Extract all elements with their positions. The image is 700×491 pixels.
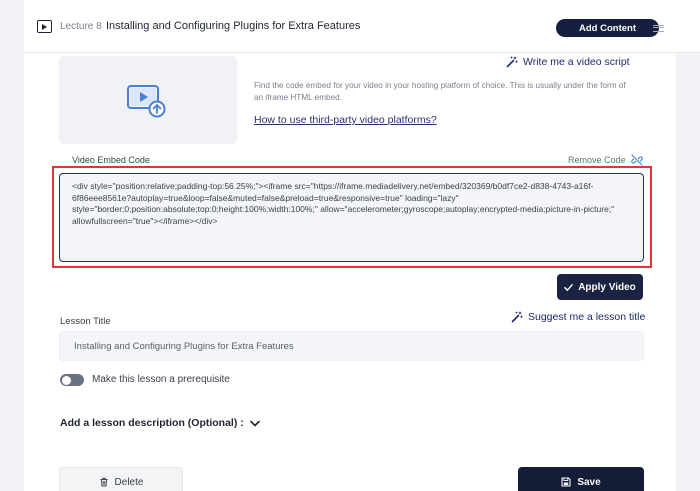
lesson-title-label: Lesson Title	[60, 316, 111, 327]
remove-code-button[interactable]: Remove Code	[568, 154, 643, 166]
apply-video-button[interactable]: Apply Video	[557, 274, 643, 300]
lecture-header: Lecture 8 Installing and Configuring Plu…	[24, 0, 700, 53]
magic-wand-icon	[511, 311, 523, 323]
save-disk-icon	[561, 477, 571, 487]
lesson-description-label: Add a lesson description (Optional) :	[60, 417, 244, 429]
lesson-description-toggle[interactable]: Add a lesson description (Optional) :	[60, 417, 260, 429]
video-lecture-icon	[37, 20, 52, 33]
delete-lesson-button[interactable]: Delete	[59, 467, 183, 491]
lesson-title-input[interactable]	[59, 331, 644, 361]
save-label: Save	[577, 476, 601, 488]
third-party-video-help-link[interactable]: How to use third-party video platforms?	[254, 114, 437, 126]
magic-wand-icon	[506, 56, 518, 68]
embed-help-text: Find the code embed for your video in yo…	[254, 81, 626, 102]
save-lesson-button[interactable]: Save	[518, 467, 644, 491]
video-thumbnail-placeholder[interactable]	[59, 56, 237, 144]
add-content-button[interactable]: Add Content	[556, 19, 659, 37]
apply-video-label: Apply Video	[578, 281, 636, 293]
checkmark-icon	[564, 283, 574, 291]
lecture-title[interactable]: Installing and Configuring Plugins for E…	[106, 20, 360, 32]
video-upload-icon	[127, 85, 166, 118]
lesson-editor-panel: Write me a video script Find the code em…	[24, 53, 676, 491]
suggest-lesson-title-label: Suggest me a lesson title	[528, 311, 646, 323]
write-video-script-button[interactable]: Write me a video script	[506, 56, 630, 68]
lecture-number: Lecture 8	[60, 21, 102, 32]
write-video-script-label: Write me a video script	[523, 56, 630, 68]
prerequisite-toggle[interactable]	[60, 374, 84, 386]
chevron-down-icon	[249, 420, 260, 426]
prerequisite-label: Make this lesson a prerequisite	[92, 374, 230, 385]
remove-code-label: Remove Code	[568, 155, 626, 165]
drag-handle-icon[interactable]	[653, 25, 664, 32]
unlink-icon	[630, 154, 643, 166]
video-embed-code-input[interactable]: <div style="position:relative;padding-to…	[59, 173, 644, 262]
delete-label: Delete	[114, 476, 144, 488]
video-embed-code-label: Video Embed Code	[72, 155, 150, 165]
suggest-lesson-title-button[interactable]: Suggest me a lesson title	[511, 311, 645, 323]
trash-icon	[100, 477, 108, 487]
